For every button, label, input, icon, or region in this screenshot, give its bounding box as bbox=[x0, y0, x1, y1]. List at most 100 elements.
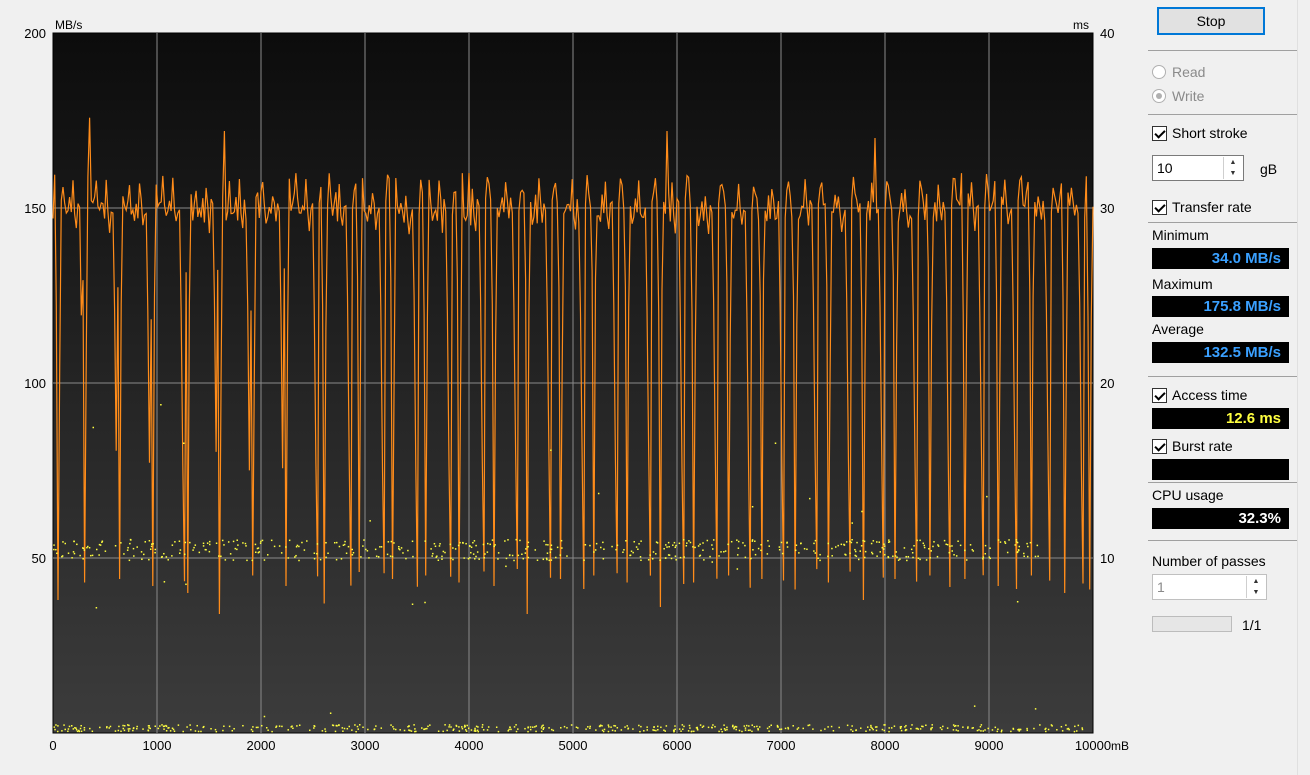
access-time-point bbox=[316, 543, 319, 545]
x-tick-label: 10000 bbox=[1075, 738, 1111, 753]
pass-progress-bar bbox=[1152, 616, 1232, 632]
access-time-point bbox=[694, 546, 696, 549]
access-time-point bbox=[758, 726, 761, 728]
access-time-point bbox=[72, 551, 75, 553]
stepper-arrows[interactable]: ▲ ▼ bbox=[1223, 157, 1242, 179]
access-time-point bbox=[864, 556, 866, 559]
access-time-point bbox=[486, 542, 489, 545]
short-stroke-checkbox[interactable]: Short stroke bbox=[1152, 125, 1247, 141]
access-time-point bbox=[751, 724, 753, 726]
access-time-point bbox=[932, 545, 934, 548]
access-time-point bbox=[851, 725, 853, 727]
access-time-point bbox=[632, 551, 634, 554]
access-time-point bbox=[693, 730, 695, 733]
access-time-point bbox=[795, 544, 798, 546]
radio-write[interactable]: Write bbox=[1152, 88, 1204, 104]
arrow-up-icon[interactable]: ▲ bbox=[1224, 157, 1242, 168]
access-time-point bbox=[335, 558, 338, 561]
access-time-point bbox=[1036, 544, 1039, 547]
access-time-point bbox=[736, 539, 738, 541]
access-time-point bbox=[122, 727, 125, 730]
access-time-point bbox=[183, 442, 185, 444]
access-time-point bbox=[871, 551, 873, 554]
access-time-point bbox=[794, 549, 797, 552]
access-time-point bbox=[368, 557, 370, 559]
arrow-down-icon[interactable]: ▼ bbox=[1247, 587, 1265, 598]
access-time-point bbox=[683, 556, 685, 558]
access-time-point bbox=[888, 727, 890, 729]
checkbox-box bbox=[1152, 438, 1167, 454]
access-time-point bbox=[95, 607, 98, 609]
access-time-point bbox=[643, 730, 645, 732]
access-time-point bbox=[925, 724, 927, 727]
access-time-point bbox=[468, 727, 470, 730]
radio-read[interactable]: Read bbox=[1152, 64, 1205, 80]
access-time-point bbox=[905, 724, 907, 727]
access-time-point bbox=[1077, 724, 1080, 727]
access-time-point bbox=[638, 543, 640, 545]
access-time-point bbox=[751, 505, 754, 508]
access-time-point bbox=[128, 559, 131, 562]
transfer-rate-checkbox[interactable]: Transfer rate bbox=[1152, 199, 1252, 215]
access-time-point bbox=[812, 728, 814, 730]
access-time-point bbox=[91, 554, 94, 557]
access-time-point bbox=[768, 730, 770, 732]
stop-button[interactable]: Stop bbox=[1157, 7, 1265, 35]
access-time-point bbox=[449, 543, 452, 546]
access-time-point bbox=[343, 543, 346, 546]
access-time-point bbox=[896, 556, 898, 558]
access-time-point bbox=[945, 543, 947, 546]
access-time-point bbox=[707, 726, 710, 729]
arrow-down-icon[interactable]: ▼ bbox=[1224, 168, 1242, 179]
access-time-point bbox=[599, 725, 601, 728]
access-time-point bbox=[846, 724, 849, 727]
access-time-point bbox=[366, 550, 369, 552]
access-time-point bbox=[285, 546, 287, 548]
access-time-point bbox=[88, 546, 91, 549]
access-time-point bbox=[1004, 542, 1007, 545]
access-time-point bbox=[517, 554, 520, 557]
access-time-point bbox=[178, 540, 181, 542]
access-time-point bbox=[465, 542, 467, 545]
access-time-point bbox=[296, 544, 299, 547]
access-time-point bbox=[114, 545, 117, 547]
access-time-point bbox=[529, 726, 532, 728]
access-time-point bbox=[387, 541, 390, 543]
access-time-point bbox=[655, 729, 657, 732]
access-time-point bbox=[625, 540, 627, 542]
access-time-point bbox=[510, 728, 512, 731]
access-time-point bbox=[1018, 549, 1020, 552]
access-time-point bbox=[142, 728, 144, 730]
access-time-point bbox=[831, 547, 833, 550]
access-time-point bbox=[72, 728, 75, 730]
access-time-point bbox=[203, 725, 205, 728]
x-tick-label: 8000 bbox=[871, 738, 900, 753]
access-time-point bbox=[649, 554, 651, 556]
access-time-point bbox=[465, 730, 468, 732]
access-time-point bbox=[298, 545, 300, 548]
access-time-point bbox=[335, 724, 338, 727]
access-time-point bbox=[780, 541, 783, 544]
stepper-arrows[interactable]: ▲ ▼ bbox=[1246, 576, 1265, 598]
access-time-point bbox=[692, 546, 694, 548]
passes-stepper[interactable]: 1 ▲ ▼ bbox=[1152, 574, 1267, 600]
access-time-point bbox=[674, 555, 677, 557]
access-time-point bbox=[994, 726, 997, 729]
access-time-point bbox=[389, 555, 392, 557]
access-time-point bbox=[459, 541, 461, 544]
access-time-point bbox=[352, 551, 355, 554]
access-time-point bbox=[62, 541, 64, 543]
access-time-point bbox=[622, 551, 624, 553]
access-time-point bbox=[1026, 729, 1028, 732]
access-time-point bbox=[144, 541, 147, 543]
vertical-scrollbar[interactable] bbox=[1297, 0, 1310, 775]
access-time-point bbox=[287, 729, 289, 731]
burst-rate-checkbox[interactable]: Burst rate bbox=[1152, 438, 1233, 454]
access-time-point bbox=[356, 725, 359, 728]
access-time-point bbox=[475, 555, 477, 558]
access-time-checkbox[interactable]: Access time bbox=[1152, 387, 1247, 403]
arrow-up-icon[interactable]: ▲ bbox=[1247, 576, 1265, 587]
short-stroke-stepper[interactable]: 10 ▲ ▼ bbox=[1152, 155, 1244, 181]
access-time-point bbox=[678, 542, 681, 545]
access-time-point bbox=[1026, 727, 1028, 730]
